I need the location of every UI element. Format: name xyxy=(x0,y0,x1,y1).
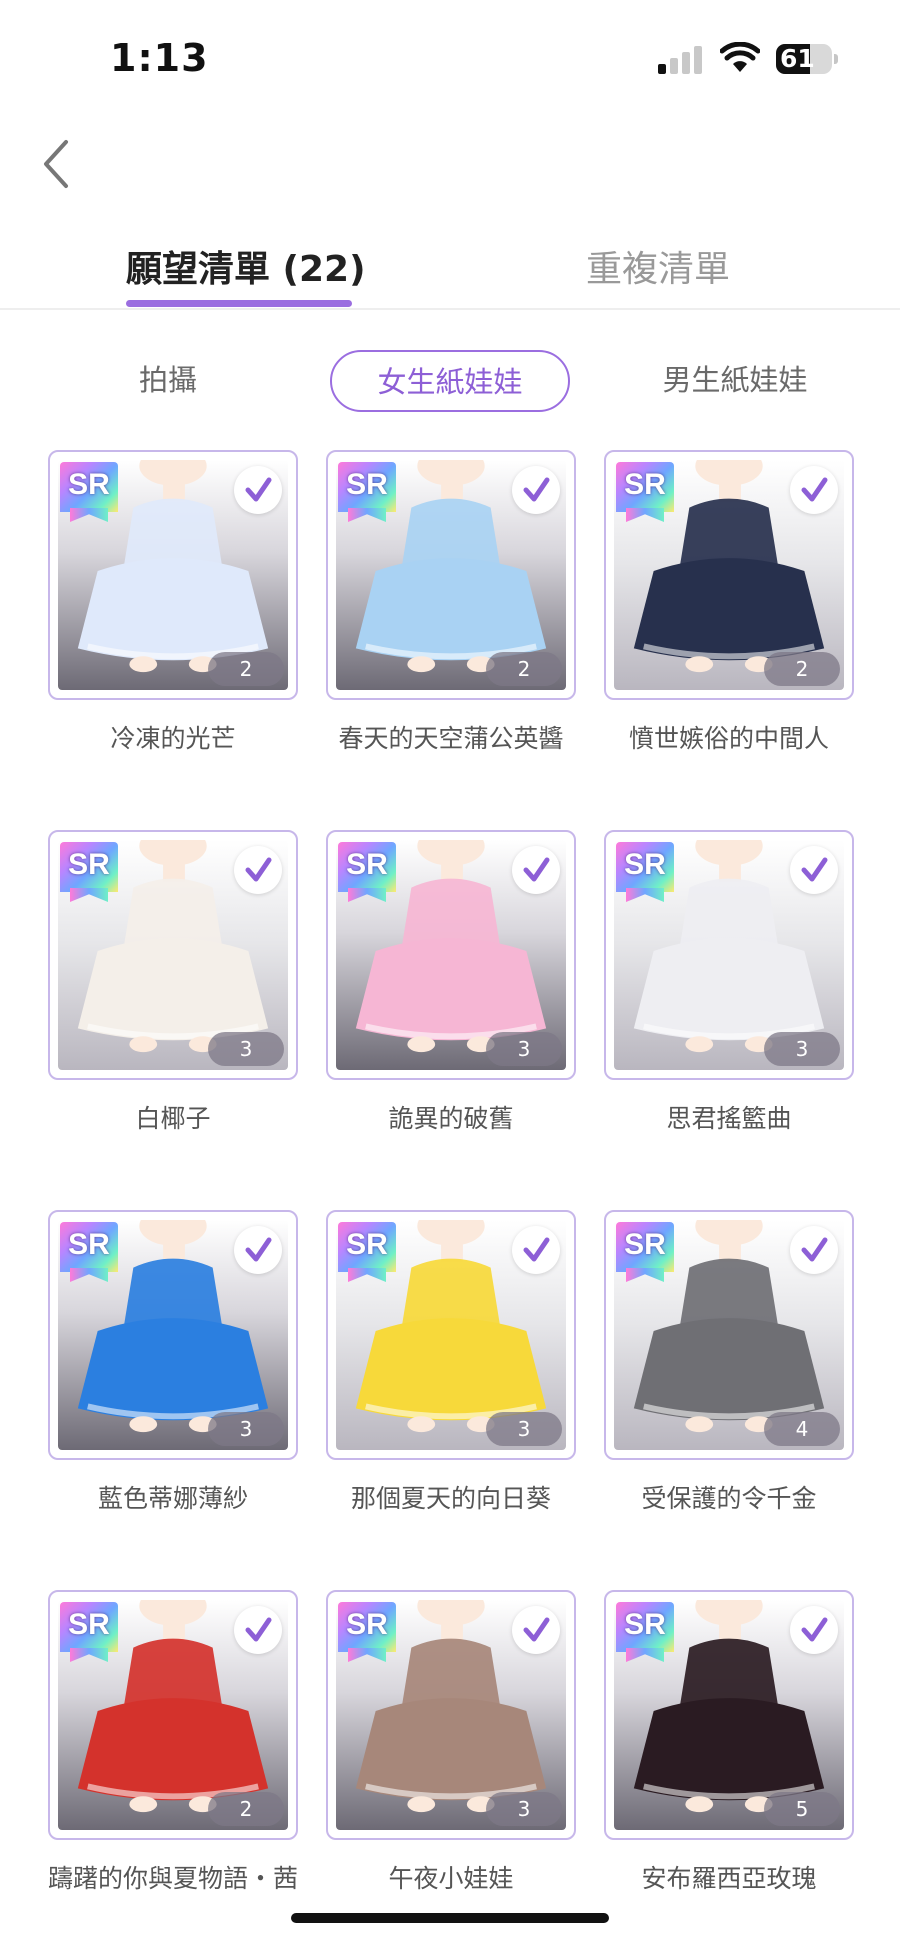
item-name: 安布羅西亞玫瑰 xyxy=(641,1864,817,1893)
item-thumbnail: SR 3 xyxy=(614,840,844,1070)
item-name: 那個夏天的向日葵 xyxy=(350,1484,551,1513)
rarity-label: SR xyxy=(68,1608,110,1641)
item-thumbnail: SR 2 xyxy=(58,460,288,690)
item-card[interactable]: SR 5 xyxy=(604,1590,854,1840)
item-count-badge: 2 xyxy=(208,652,284,686)
checkmark-icon[interactable] xyxy=(790,1226,838,1274)
sr-rarity-badge: SR xyxy=(616,1222,674,1282)
item-card[interactable]: SR 2 xyxy=(604,450,854,700)
checkmark-icon[interactable] xyxy=(512,846,560,894)
subtab-photo[interactable]: 拍攝 xyxy=(108,350,228,412)
sr-rarity-badge: SR xyxy=(60,462,118,522)
rarity-label: SR xyxy=(68,468,110,501)
checkmark-icon[interactable] xyxy=(234,466,282,514)
item-card[interactable]: SR 3 xyxy=(48,1210,298,1460)
item-card[interactable]: SR 3 xyxy=(326,1210,576,1460)
item-count-badge: 3 xyxy=(764,1032,840,1066)
item-thumbnail: SR 3 xyxy=(58,840,288,1070)
sr-rarity-badge: SR xyxy=(60,1222,118,1282)
item-thumbnail: SR 3 xyxy=(336,1600,566,1830)
rarity-label: SR xyxy=(68,1228,110,1261)
battery-level: 61 xyxy=(780,44,815,73)
item-name: 白椰子 xyxy=(135,1104,211,1133)
sr-rarity-badge: SR xyxy=(616,462,674,522)
item-count-badge: 2 xyxy=(208,1792,284,1826)
rarity-label: SR xyxy=(346,1228,388,1261)
sr-rarity-badge: SR xyxy=(338,462,396,522)
item-count-badge: 3 xyxy=(486,1412,562,1446)
item-name: 憤世嫉俗的中間人 xyxy=(628,724,829,753)
checkmark-icon[interactable] xyxy=(790,466,838,514)
rarity-label: SR xyxy=(68,848,110,881)
rarity-label: SR xyxy=(624,1228,666,1261)
item-name: 受保護的令千金 xyxy=(641,1484,817,1513)
item-thumbnail: SR 2 xyxy=(58,1600,288,1830)
item-card[interactable]: SR 4 xyxy=(604,1210,854,1460)
item-card[interactable]: SR 3 xyxy=(48,830,298,1080)
sr-rarity-badge: SR xyxy=(60,1602,118,1662)
item-thumbnail: SR 3 xyxy=(336,840,566,1070)
active-tab-indicator xyxy=(126,300,352,307)
item-count-badge: 3 xyxy=(208,1412,284,1446)
signal-icon xyxy=(658,44,704,74)
item-count-badge: 4 xyxy=(764,1412,840,1446)
checkmark-icon[interactable] xyxy=(234,1606,282,1654)
main-tab-bar: 願望清單 (22) 重複清單 xyxy=(0,230,900,310)
item-card[interactable]: SR 3 xyxy=(326,830,576,1080)
status-bar: 1:13 61 xyxy=(0,0,900,120)
item-count-badge: 3 xyxy=(486,1792,562,1826)
checkmark-icon[interactable] xyxy=(790,1606,838,1654)
rarity-label: SR xyxy=(346,468,388,501)
checkmark-icon[interactable] xyxy=(512,1606,560,1654)
sr-rarity-badge: SR xyxy=(338,1222,396,1282)
checkmark-icon[interactable] xyxy=(512,466,560,514)
item-count-badge: 2 xyxy=(486,652,562,686)
item-name: 藍色蒂娜薄紗 xyxy=(97,1484,248,1513)
item-thumbnail: SR 2 xyxy=(336,460,566,690)
item-thumbnail: SR 2 xyxy=(614,460,844,690)
tab-duplicates[interactable]: 重複清單 xyxy=(586,240,730,292)
rarity-label: SR xyxy=(346,848,388,881)
item-thumbnail: SR 4 xyxy=(614,1220,844,1450)
item-name: 思君搖籃曲 xyxy=(666,1104,792,1133)
checkmark-icon[interactable] xyxy=(790,846,838,894)
item-count-badge: 2 xyxy=(764,652,840,686)
rarity-label: SR xyxy=(624,1608,666,1641)
rarity-label: SR xyxy=(624,468,666,501)
home-indicator xyxy=(291,1913,609,1923)
checkmark-icon[interactable] xyxy=(512,1226,560,1274)
item-thumbnail: SR 3 xyxy=(336,1220,566,1450)
item-name: 午夜小娃娃 xyxy=(388,1864,514,1893)
item-thumbnail: SR 5 xyxy=(614,1600,844,1830)
checkmark-icon[interactable] xyxy=(234,1226,282,1274)
item-name: 冷凍的光芒 xyxy=(110,724,236,753)
rarity-label: SR xyxy=(346,1608,388,1641)
wifi-icon xyxy=(720,42,760,72)
sr-rarity-badge: SR xyxy=(60,842,118,902)
item-name: 躊躇的你與夏物語・茜 xyxy=(47,1864,298,1893)
item-card[interactable]: SR 2 xyxy=(48,450,298,700)
checkmark-icon[interactable] xyxy=(234,846,282,894)
item-name: 詭異的破舊 xyxy=(388,1104,514,1133)
item-card[interactable]: SR 2 xyxy=(48,1590,298,1840)
sr-rarity-badge: SR xyxy=(616,842,674,902)
item-name: 春天的天空蒲公英醬 xyxy=(338,724,564,753)
sr-rarity-badge: SR xyxy=(616,1602,674,1662)
item-card[interactable]: SR 2 xyxy=(326,450,576,700)
subtab-boy-paper-doll[interactable]: 男生紙娃娃 xyxy=(640,350,830,412)
item-card[interactable]: SR 3 xyxy=(604,830,854,1080)
rarity-label: SR xyxy=(624,848,666,881)
tab-wishlist[interactable]: 願望清單 (22) xyxy=(126,240,366,292)
item-count-badge: 5 xyxy=(764,1792,840,1826)
item-thumbnail: SR 3 xyxy=(58,1220,288,1450)
sr-rarity-badge: SR xyxy=(338,842,396,902)
status-time: 1:13 xyxy=(110,36,209,80)
item-count-badge: 3 xyxy=(486,1032,562,1066)
back-button[interactable] xyxy=(36,136,76,192)
item-count-badge: 3 xyxy=(208,1032,284,1066)
battery-icon: 61 xyxy=(776,44,838,74)
subtab-girl-paper-doll[interactable]: 女生紙娃娃 xyxy=(330,350,570,412)
item-card[interactable]: SR 3 xyxy=(326,1590,576,1840)
sr-rarity-badge: SR xyxy=(338,1602,396,1662)
